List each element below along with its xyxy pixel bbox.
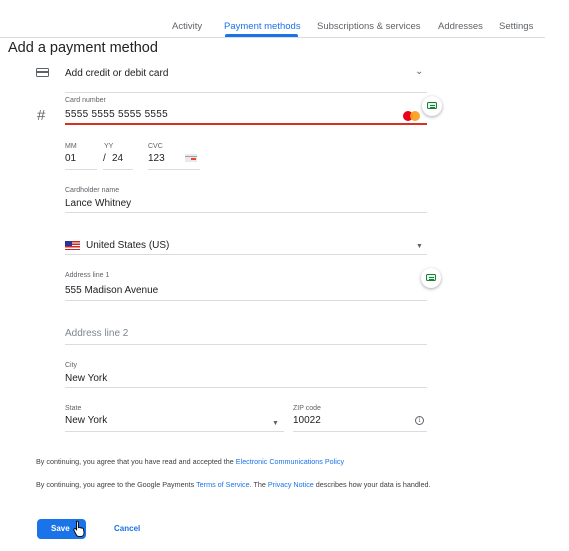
address-line1-value[interactable]: 555 Madison Avenue xyxy=(65,285,158,296)
cancel-button[interactable]: Cancel xyxy=(114,524,140,533)
state-value: New York xyxy=(65,415,108,426)
card-number-hash-icon: # xyxy=(37,107,46,124)
city-label: City xyxy=(65,362,78,369)
legal-text: By continuing, you agree that you have r… xyxy=(36,457,236,466)
expiry-month-label: MM xyxy=(65,143,77,150)
us-flag-icon xyxy=(65,241,80,250)
address-line2-placeholder[interactable]: Address line 2 xyxy=(65,328,128,339)
address-line1-underline xyxy=(65,300,427,301)
address-line2-underline xyxy=(65,344,427,345)
country-value: United States (US) xyxy=(86,240,170,251)
address-line1-label: Address line 1 xyxy=(65,272,110,279)
expiry-year-label: YY xyxy=(104,143,114,150)
expiry-year-value[interactable]: 24 xyxy=(112,153,123,164)
legal-text-ecp: By continuing, you agree that you have r… xyxy=(36,457,344,466)
credit-card-icon xyxy=(36,68,49,77)
zip-code-value[interactable]: 10022 xyxy=(293,415,321,426)
expiry-month-underline xyxy=(65,169,97,170)
autofill-address-icon[interactable] xyxy=(421,268,441,288)
tab-payment-methods[interactable]: Payment methods xyxy=(224,21,301,32)
legal-text: describes how your data is handled. xyxy=(313,480,431,489)
tab-activity[interactable]: Activity xyxy=(172,21,202,32)
state-underline xyxy=(65,431,284,432)
dropdown-arrow-icon: ▼ xyxy=(416,243,423,250)
nav-divider xyxy=(0,37,545,38)
expiry-year-underline xyxy=(103,169,133,170)
city-underline xyxy=(65,387,427,388)
privacy-notice-link[interactable]: Privacy Notice xyxy=(268,480,314,489)
expiry-separator: / xyxy=(103,153,106,164)
cvc-underline xyxy=(148,169,200,170)
expiry-month-value[interactable]: 01 xyxy=(65,153,76,164)
cvc-card-icon xyxy=(185,154,197,162)
legal-text: . The xyxy=(249,480,268,489)
mastercard-icon xyxy=(403,111,421,121)
card-number-underline xyxy=(65,123,427,125)
zip-code-label: ZIP code xyxy=(293,405,321,412)
divider xyxy=(65,92,427,93)
autofill-card-icon[interactable] xyxy=(422,96,442,116)
terms-of-service-link[interactable]: Terms of Service xyxy=(196,480,250,489)
zip-code-underline xyxy=(293,431,427,432)
tab-settings[interactable]: Settings xyxy=(499,21,533,32)
hand-cursor-icon xyxy=(73,520,85,537)
cvc-value[interactable]: 123 xyxy=(148,153,165,164)
legal-text-terms: By continuing, you agree to the Google P… xyxy=(36,480,430,489)
state-label: State xyxy=(65,405,82,412)
country-underline xyxy=(65,254,427,255)
dropdown-arrow-icon: ▼ xyxy=(272,420,279,427)
page-title: Add a payment method xyxy=(8,40,158,56)
card-number-label: Card number xyxy=(65,97,106,104)
tab-addresses[interactable]: Addresses xyxy=(438,21,483,32)
electronic-communications-policy-link[interactable]: Electronic Communications Policy xyxy=(236,457,344,466)
cardholder-name-value[interactable]: Lance Whitney xyxy=(65,198,131,209)
payment-method-label: Add credit or debit card xyxy=(65,68,169,79)
legal-text: By continuing, you agree to the Google P… xyxy=(36,480,197,489)
cvc-label: CVC xyxy=(148,143,163,150)
info-icon[interactable]: i xyxy=(415,416,424,425)
card-number-value[interactable]: 5555 5555 5555 5555 xyxy=(65,109,168,120)
cardholder-name-underline xyxy=(65,212,427,213)
city-value[interactable]: New York xyxy=(65,373,107,384)
tab-subscriptions-services[interactable]: Subscriptions & services xyxy=(317,21,420,32)
chevron-down-icon[interactable]: ⌄ xyxy=(415,66,423,77)
cardholder-name-label: Cardholder name xyxy=(65,187,120,194)
